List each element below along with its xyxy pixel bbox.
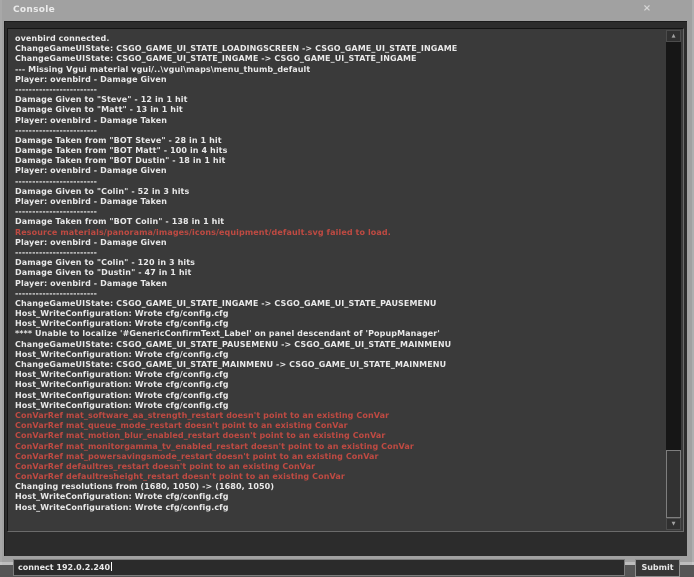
- console-line: Damage Taken from "BOT Matt" - 100 in 4 …: [15, 146, 663, 156]
- scroll-down-icon: ▼: [672, 521, 676, 527]
- titlebar[interactable]: Console ×: [0, 0, 694, 21]
- console-line: ConVarRef mat_motion_blur_enabled_restar…: [15, 431, 663, 441]
- console-line: ChangeGameUIState: CSGO_GAME_UI_STATE_PA…: [15, 340, 663, 350]
- console-line: ConVarRef mat_powersavingsmode_restart d…: [15, 452, 663, 462]
- scrollbar-track[interactable]: [666, 42, 681, 518]
- console-line: Host_WriteConfiguration: Wrote cfg/confi…: [15, 309, 663, 319]
- console-line: Host_WriteConfiguration: Wrote cfg/confi…: [15, 503, 663, 513]
- scroll-up-icon: ▲: [672, 33, 676, 39]
- command-input-value: connect 192.0.2.240: [18, 563, 110, 572]
- console-scrollbar[interactable]: ▲ ▼: [666, 30, 681, 530]
- console-log[interactable]: ovenbird connected.ChangeGameUIState: CS…: [15, 34, 663, 529]
- submit-button[interactable]: Submit: [635, 559, 680, 577]
- close-icon[interactable]: ×: [641, 3, 653, 15]
- console-line: Changing resolutions from (1680, 1050) -…: [15, 482, 663, 492]
- console-line: Player: ovenbird - Damage Taken: [15, 197, 663, 207]
- console-line: ------------------------: [15, 248, 663, 258]
- scrollbar-thumb[interactable]: [666, 450, 681, 518]
- console-line: ChangeGameUIState: CSGO_GAME_UI_STATE_MA…: [15, 360, 663, 370]
- text-cursor: [111, 562, 112, 571]
- console-line: Damage Given to "Matt" - 13 in 1 hit: [15, 105, 663, 115]
- console-line: Host_WriteConfiguration: Wrote cfg/confi…: [15, 319, 663, 329]
- console-line: Damage Given to "Dustin" - 47 in 1 hit: [15, 268, 663, 278]
- console-line: **** Unable to localize '#GenericConfirm…: [15, 329, 663, 339]
- console-line: Player: ovenbird - Damage Given: [15, 238, 663, 248]
- console-line: Player: ovenbird - Damage Given: [15, 166, 663, 176]
- console-panel: ovenbird connected.ChangeGameUIState: CS…: [4, 21, 687, 556]
- console-line: ------------------------: [15, 85, 663, 95]
- console-line: Resource materials/panorama/images/icons…: [15, 228, 663, 238]
- window-title: Console: [13, 5, 55, 15]
- console-line: ChangeGameUIState: CSGO_GAME_UI_STATE_IN…: [15, 54, 663, 64]
- console-line: ChangeGameUIState: CSGO_GAME_UI_STATE_IN…: [15, 299, 663, 309]
- console-line: ------------------------: [15, 207, 663, 217]
- scroll-down-button[interactable]: ▼: [666, 518, 681, 530]
- console-line: ConVarRef defaultresheight_restart doesn…: [15, 472, 663, 482]
- console-line: ------------------------: [15, 289, 663, 299]
- console-line: Host_WriteConfiguration: Wrote cfg/confi…: [15, 380, 663, 390]
- console-output-box: ovenbird connected.ChangeGameUIState: CS…: [7, 28, 684, 532]
- console-line: Damage Given to "Colin" - 120 in 3 hits: [15, 258, 663, 268]
- console-line: ConVarRef mat_monitorgamma_tv_enabled_re…: [15, 442, 663, 452]
- console-line: ------------------------: [15, 177, 663, 187]
- console-line: Player: ovenbird - Damage Taken: [15, 279, 663, 289]
- console-window: Console × ovenbird connected.ChangeGameU…: [0, 0, 694, 565]
- console-line: Damage Given to "Steve" - 12 in 1 hit: [15, 95, 663, 105]
- console-line: --- Missing Vgui material vgui/..\vgui\m…: [15, 65, 663, 75]
- console-line: Damage Taken from "BOT Dustin" - 18 in 1…: [15, 156, 663, 166]
- console-line: Host_WriteConfiguration: Wrote cfg/confi…: [15, 370, 663, 380]
- console-line: ovenbird connected.: [15, 34, 663, 44]
- console-line: Damage Given to "Colin" - 52 in 3 hits: [15, 187, 663, 197]
- console-line: Host_WriteConfiguration: Wrote cfg/confi…: [15, 401, 663, 411]
- scroll-up-button[interactable]: ▲: [666, 30, 681, 42]
- console-line: Host_WriteConfiguration: Wrote cfg/confi…: [15, 350, 663, 360]
- console-line: Player: ovenbird - Damage Taken: [15, 116, 663, 126]
- console-line: ConVarRef defaultres_restart doesn't poi…: [15, 462, 663, 472]
- console-line: Damage Taken from "BOT Colin" - 138 in 1…: [15, 217, 663, 227]
- console-line: Host_WriteConfiguration: Wrote cfg/confi…: [15, 391, 663, 401]
- console-line: Damage Taken from "BOT Steve" - 28 in 1 …: [15, 136, 663, 146]
- console-line: ------------------------: [15, 126, 663, 136]
- command-input[interactable]: connect 192.0.2.240: [13, 559, 625, 576]
- console-line: ConVarRef mat_queue_mode_restart doesn't…: [15, 421, 663, 431]
- console-line: ChangeGameUIState: CSGO_GAME_UI_STATE_LO…: [15, 44, 663, 54]
- console-line: ConVarRef mat_software_aa_strength_resta…: [15, 411, 663, 421]
- console-line: Host_WriteConfiguration: Wrote cfg/confi…: [15, 492, 663, 502]
- console-line: Player: ovenbird - Damage Given: [15, 75, 663, 85]
